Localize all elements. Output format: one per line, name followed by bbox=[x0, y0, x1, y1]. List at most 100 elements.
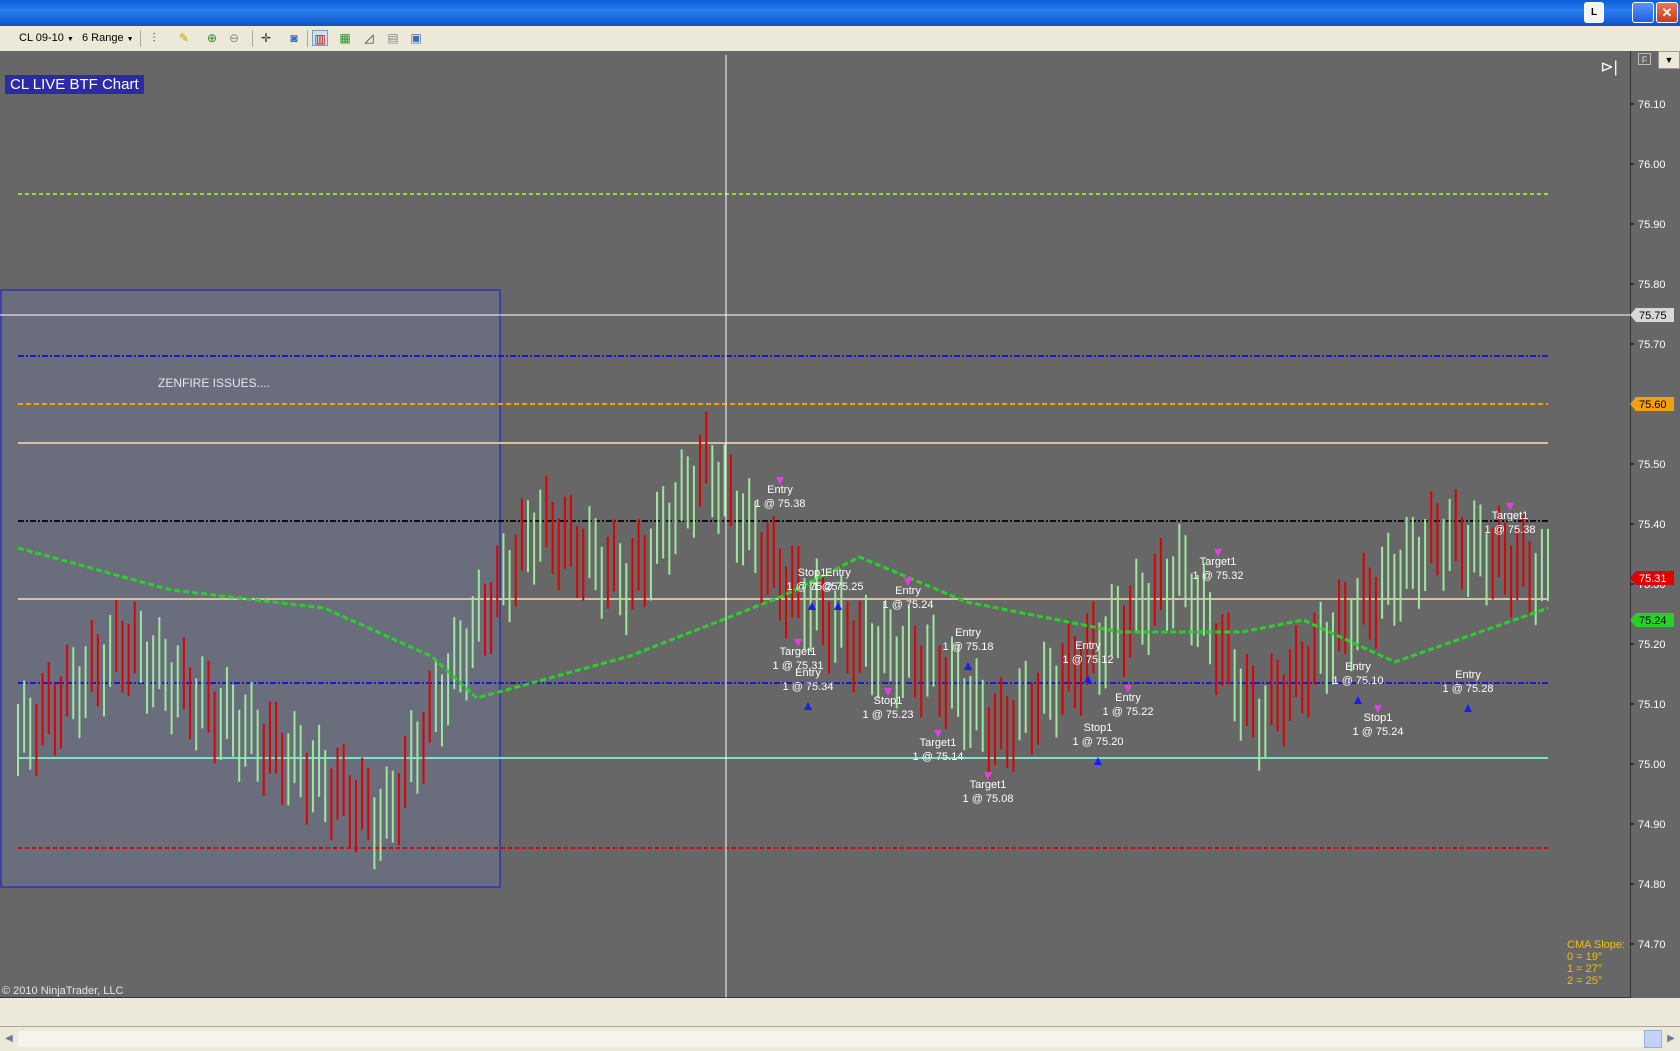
cma-slope-0: 0 = 19° bbox=[1567, 951, 1603, 963]
trade-annotation: Entry 1 @ 75.18 bbox=[943, 627, 994, 670]
chart-note: ZENFIRE ISSUES.... bbox=[158, 376, 271, 390]
trade-label: Entry bbox=[1075, 640, 1101, 652]
trade-annotation: Entry 1 @ 75.10 bbox=[1333, 661, 1384, 704]
price-tick-label: 75.90 bbox=[1638, 219, 1666, 231]
trade-label: Target1 bbox=[780, 646, 817, 658]
zoom-in-icon[interactable]: ⊕ bbox=[204, 30, 220, 46]
trade-annotation: Entry 1 @ 75.28 bbox=[1443, 669, 1494, 712]
buy-arrow-icon bbox=[1354, 696, 1362, 704]
trade-label: Target1 bbox=[1200, 556, 1237, 568]
goto-end-button[interactable]: ⊳| bbox=[1597, 57, 1621, 79]
horizontal-scrollbar[interactable]: ◀ ▶ bbox=[0, 1026, 1680, 1051]
trade-price: 1 @ 75.32 bbox=[1193, 570, 1244, 582]
price-marker-label: 75.31 bbox=[1639, 573, 1667, 585]
trade-annotation: Stop1 1 @ 75.23 bbox=[863, 688, 914, 721]
price-tick-label: 76.00 bbox=[1638, 159, 1666, 171]
bar-style-icon[interactable]: ⫶ bbox=[146, 30, 162, 46]
price-axis[interactable]: F ▼ 76.1076.0075.9075.8075.7075.6075.507… bbox=[1630, 51, 1680, 998]
price-tick-label: 75.70 bbox=[1638, 339, 1666, 351]
trade-label: Target1 bbox=[1492, 510, 1529, 522]
price-marker-label: 75.24 bbox=[1639, 615, 1667, 627]
price-tick-label: 74.90 bbox=[1638, 819, 1666, 831]
chart-canvas[interactable]: Entry 1 @ 75.38 Stop1 1 @ 75.25 Entry 1 @ 75.… bbox=[0, 51, 1630, 998]
strategy-icon[interactable]: ▥ bbox=[312, 30, 328, 46]
trade-label: Target1 bbox=[970, 779, 1007, 791]
snapshot-icon[interactable]: ◙ bbox=[286, 30, 302, 46]
trade-annotation: Target1 1 @ 75.32 bbox=[1193, 549, 1244, 582]
close-button[interactable]: ✕ bbox=[1656, 2, 1678, 23]
buy-arrow-icon bbox=[804, 702, 812, 710]
trade-price: 1 @ 75.28 bbox=[1443, 683, 1494, 695]
price-axis-labels: 76.10 76.00 75.90 75.80 75.70 75.60 75.50 75.40… bbox=[1630, 51, 1674, 998]
cma-slope-2: 2 = 25° bbox=[1567, 975, 1603, 987]
maximize-button[interactable] bbox=[1632, 2, 1654, 23]
price-chart[interactable]: Entry 1 @ 75.38 Stop1 1 @ 75.25 Entry 1 @ 75.… bbox=[0, 51, 1630, 998]
toolbar-separator bbox=[252, 30, 253, 47]
toolbar-separator bbox=[140, 30, 141, 47]
trade-label: Target1 bbox=[920, 737, 957, 749]
price-tick-label: 74.80 bbox=[1638, 879, 1666, 891]
lock-button[interactable]: L bbox=[1584, 2, 1604, 23]
trade-label: Entry bbox=[1455, 669, 1481, 681]
trade-price: 1 @ 75.38 bbox=[755, 498, 806, 510]
trade-price: 1 @ 75.20 bbox=[1073, 736, 1124, 748]
title-bar: L ✕ bbox=[0, 0, 1680, 26]
trade-annotation: Entry 1 @ 75.38 bbox=[755, 477, 806, 510]
trade-price: 1 @ 75.23 bbox=[863, 709, 914, 721]
bar-type-selector[interactable]: 6 Range ▼ bbox=[82, 30, 134, 47]
chevron-down-icon: ▼ bbox=[66, 36, 74, 43]
trade-price: 1 @ 75.10 bbox=[1333, 675, 1384, 687]
price-marker-label: 75.60 bbox=[1639, 399, 1667, 411]
bar-type-label: 6 Range bbox=[82, 32, 124, 44]
pencil-icon[interactable]: ✎ bbox=[176, 30, 192, 46]
properties-icon[interactable]: ▤ bbox=[385, 30, 401, 46]
cma-slope-title: CMA Slope: bbox=[1567, 939, 1626, 951]
copyright-text: © 2010 NinjaTrader, LLC bbox=[2, 985, 124, 997]
data-box-icon[interactable]: ▣ bbox=[408, 30, 424, 46]
trade-price: 1 @ 75.34 bbox=[783, 681, 834, 693]
trade-annotation: Stop1 1 @ 75.24 bbox=[1353, 705, 1404, 738]
trade-price: 1 @ 75.22 bbox=[1103, 706, 1154, 718]
trade-price: 1 @ 75.24 bbox=[1353, 726, 1404, 738]
chart-title: CL LIVE BTF Chart bbox=[5, 75, 144, 94]
scroll-thumb[interactable] bbox=[1644, 1030, 1662, 1048]
trade-label: Stop1 bbox=[1084, 722, 1113, 734]
line-chart-icon[interactable]: ◿ bbox=[361, 30, 377, 46]
scroll-left-button[interactable]: ◀ bbox=[0, 1030, 18, 1048]
trade-price: 1 @ 75.12 bbox=[1063, 654, 1114, 666]
trade-annotation: Entry 1 @ 75.34 bbox=[783, 667, 834, 710]
trade-label: Entry bbox=[955, 627, 981, 639]
buy-arrow-icon bbox=[1464, 704, 1472, 712]
trade-annotation: Entry 1 @ 75.24 bbox=[883, 578, 934, 611]
price-tick-label: 74.70 bbox=[1638, 939, 1666, 951]
chart-toolbar: CL 09-10 ▼ 6 Range ▼ ⫶ ✎ ⊕ ⊖ ✛ ◙ ▥ ▦ ◿ ▤ ▣ bbox=[0, 26, 1680, 52]
toolbar-separator bbox=[307, 30, 308, 47]
trade-price: 1 @ 75.25 bbox=[813, 581, 864, 593]
trade-annotation: Target1 1 @ 75.38 bbox=[1485, 503, 1536, 536]
trade-price: 1 @ 75.08 bbox=[963, 793, 1014, 805]
trade-price: 1 @ 75.14 bbox=[913, 751, 964, 763]
trade-label: Stop1 bbox=[874, 695, 903, 707]
trade-label: Entry bbox=[895, 585, 921, 597]
instrument-label: CL 09-10 bbox=[19, 32, 64, 44]
scroll-right-button[interactable]: ▶ bbox=[1662, 1030, 1680, 1048]
scroll-track[interactable] bbox=[18, 1031, 1644, 1047]
chevron-down-icon: ▼ bbox=[126, 36, 134, 43]
trade-label: Entry bbox=[1115, 692, 1141, 704]
trade-price: 1 @ 75.18 bbox=[943, 641, 994, 653]
crosshair-icon[interactable]: ✛ bbox=[258, 30, 274, 46]
trade-price: 1 @ 75.24 bbox=[883, 599, 934, 611]
price-tick-label: 75.10 bbox=[1638, 699, 1666, 711]
trade-label: Entry bbox=[767, 484, 793, 496]
trade-label: Stop1 bbox=[1364, 712, 1393, 724]
price-tick-label: 75.40 bbox=[1638, 519, 1666, 531]
trade-label: Entry bbox=[1345, 661, 1371, 673]
buy-arrow-icon bbox=[808, 602, 816, 610]
zoom-out-icon[interactable]: ⊖ bbox=[226, 30, 242, 46]
indicator-icon[interactable]: ▦ bbox=[337, 30, 353, 46]
cma-slope-legend: CMA Slope: 0 = 19° 1 = 27° 2 = 25° bbox=[1567, 939, 1625, 987]
trade-price: 1 @ 75.38 bbox=[1485, 524, 1536, 536]
price-marker-label: 75.75 bbox=[1639, 310, 1667, 322]
instrument-selector[interactable]: CL 09-10 ▼ bbox=[19, 30, 74, 47]
trade-annotation: Entry 1 @ 75.22 bbox=[1103, 685, 1154, 718]
